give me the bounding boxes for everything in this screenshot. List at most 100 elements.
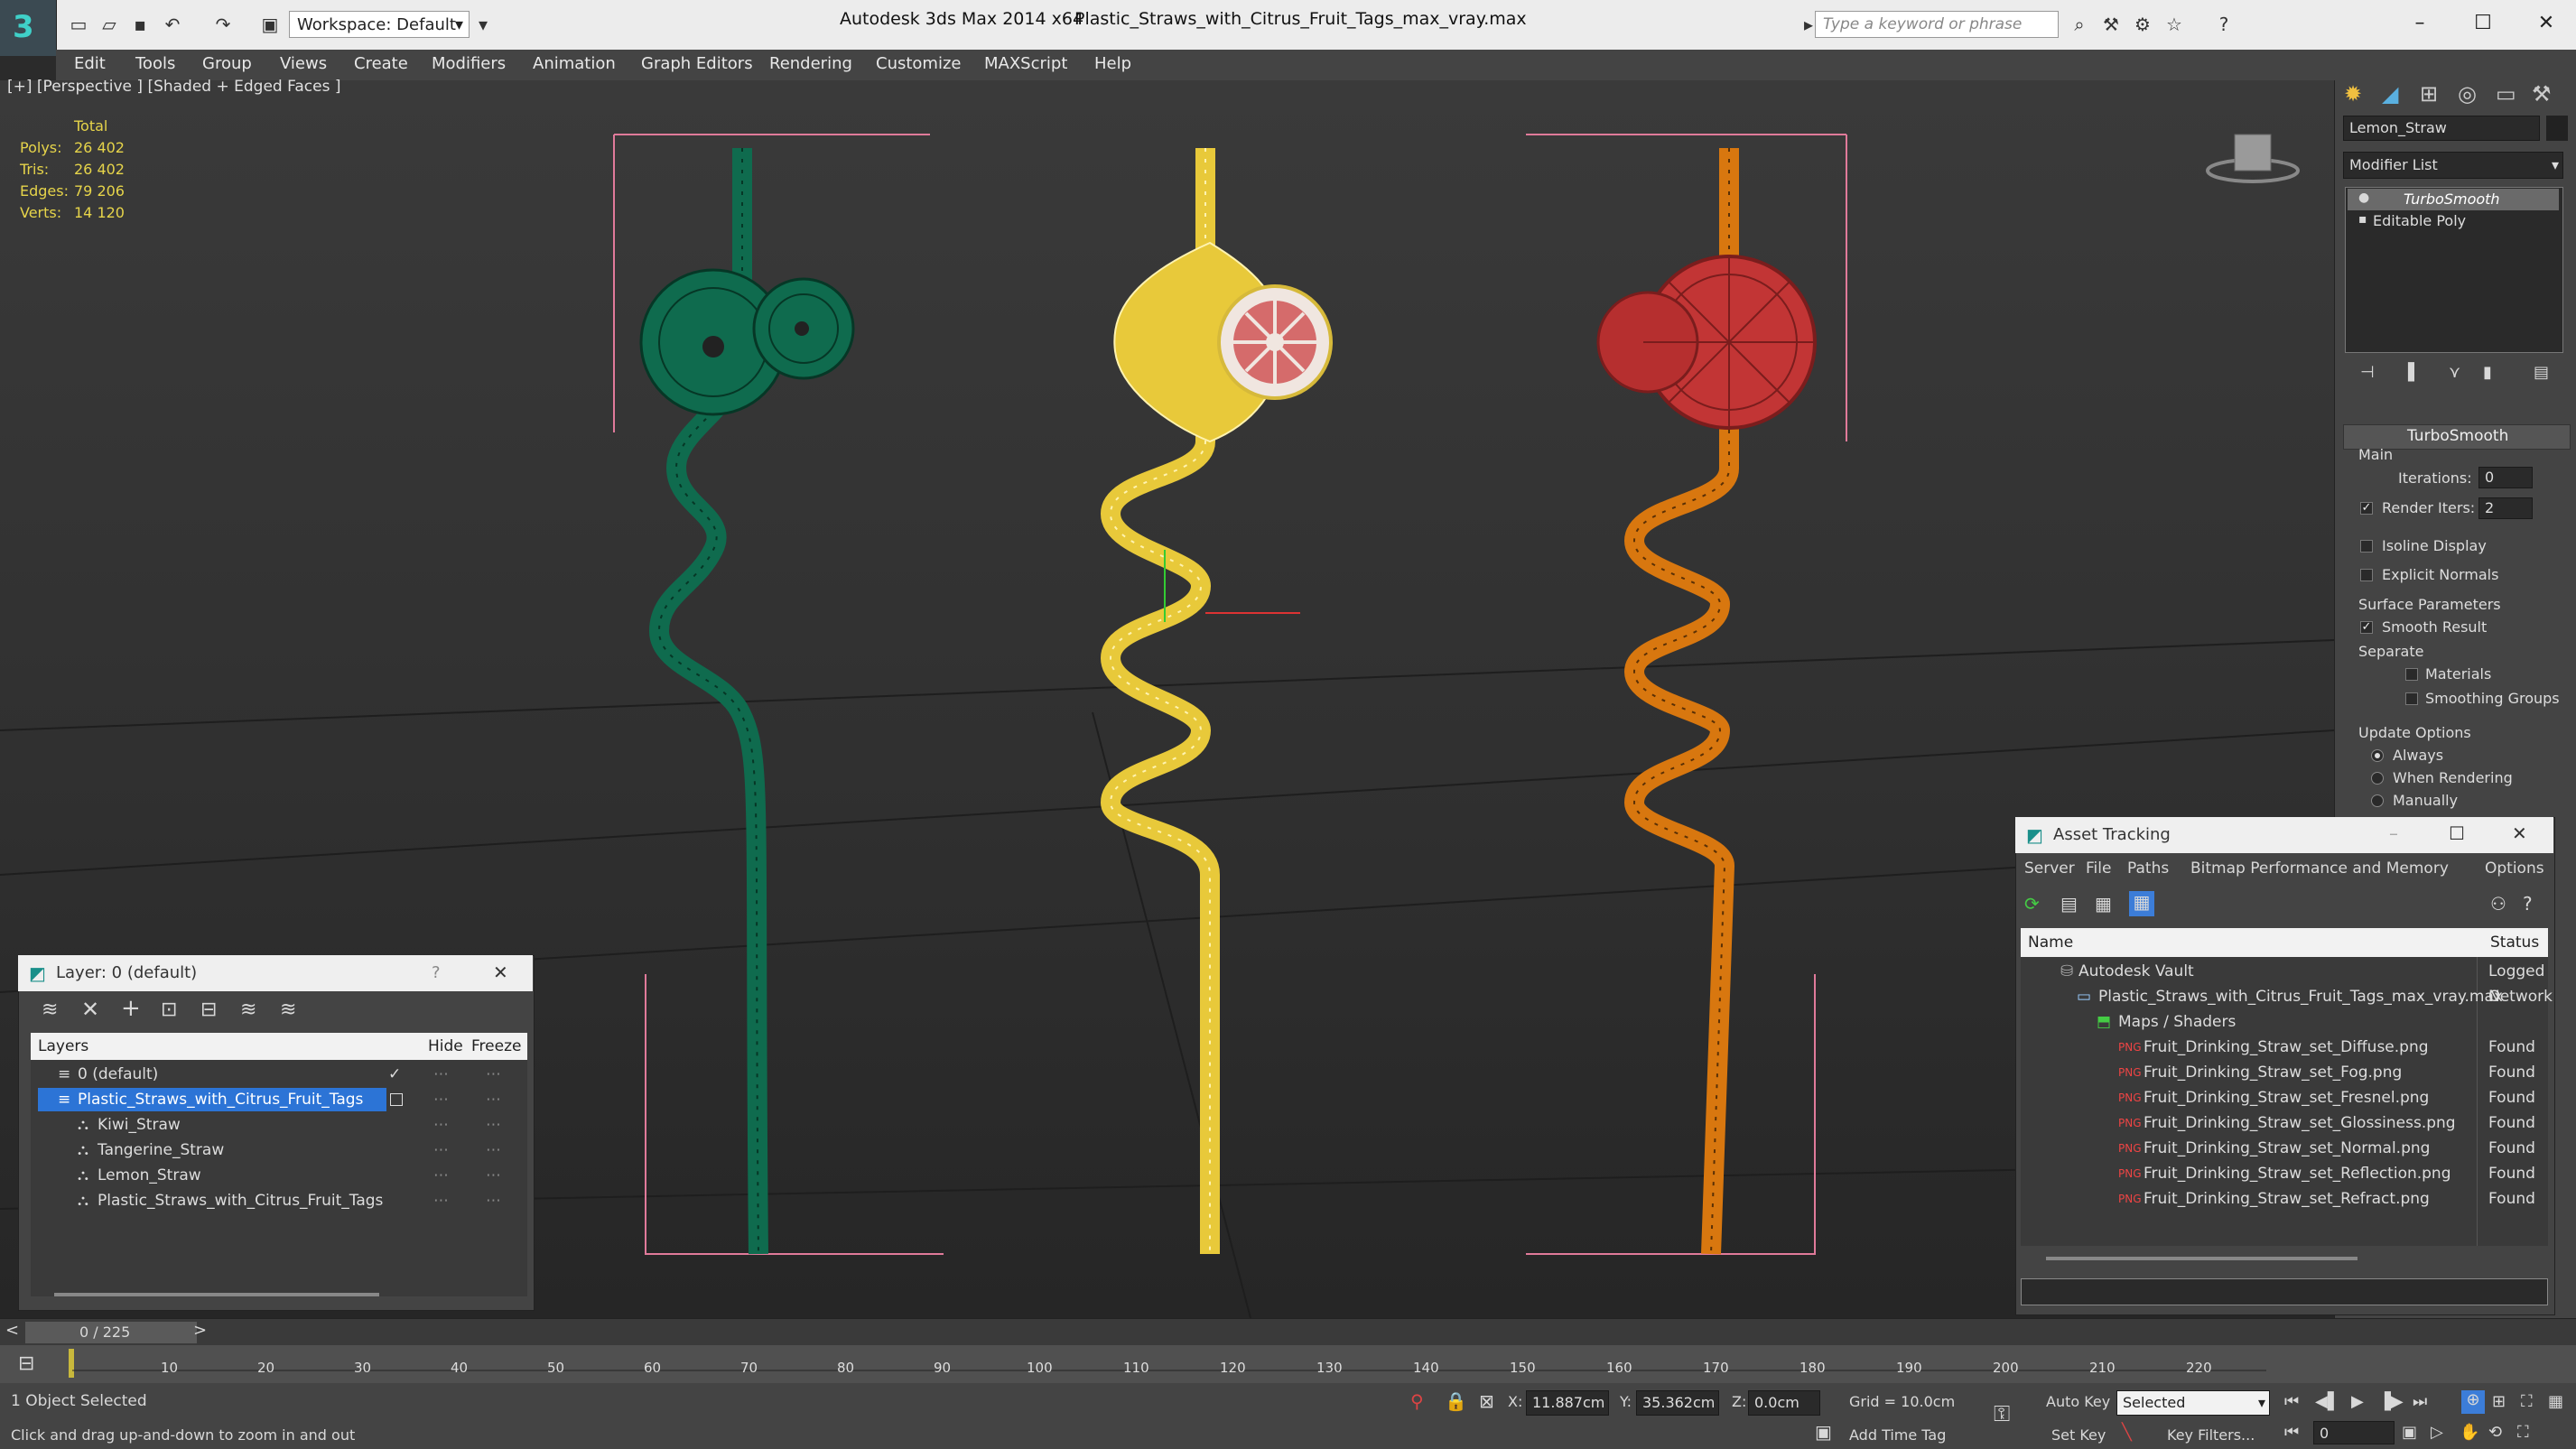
viewport-label[interactable]: [+] [Perspective ] [Shaded + Edged Faces… [7,78,340,96]
redo-icon[interactable]: ↷ [211,13,235,36]
layer-object-row[interactable]: ⛬ Tangerine_Straw ⋯ ⋯ [36,1138,524,1163]
time-slider-thumb[interactable]: 0 / 225 [25,1322,197,1343]
create-tab-icon[interactable]: ✹ [2344,81,2362,107]
asset-row[interactable]: PNG Fruit_Drinking_Straw_set_Reflection.… [2021,1161,2548,1186]
field-of-view-icon[interactable]: ▷ [2431,1423,2443,1442]
asset-row[interactable]: PNG Fruit_Drinking_Straw_set_Diffuse.png… [2021,1035,2548,1060]
asset-path-field[interactable] [2021,1278,2548,1305]
time-slider[interactable]: < 0 / 225 > [0,1318,2576,1346]
isoline-display-checkbox[interactable] [2360,540,2373,553]
hide-toggle-icon[interactable]: ⋯ [433,1188,449,1213]
communication-icon[interactable]: ⚙ [2131,13,2154,36]
materials-checkbox[interactable] [2405,668,2418,681]
asset-window-titlebar[interactable]: ◩ Asset Tracking – ☐ ✕ [2015,817,2553,853]
object-color-swatch[interactable] [2546,116,2568,141]
asset-menu-bitmap-performance[interactable]: Bitmap Performance and Memory [2190,859,2449,878]
asset-horizontal-scrollbar[interactable] [2046,1257,2357,1260]
selection-lock-icon[interactable]: 🔒 [1445,1390,1467,1412]
stack-item-turbosmooth[interactable]: ● TurboSmooth [2348,189,2559,210]
subscription-icon[interactable]: ⚒ [2099,13,2123,36]
freeze-toggle-icon[interactable]: ⋯ [486,1163,501,1188]
utilities-tab-icon[interactable]: ⚒ [2532,81,2552,107]
maximize-icon[interactable]: ☐ [2463,7,2503,40]
freeze-toggle-icon[interactable]: ⋯ [486,1188,501,1213]
app-menu-button[interactable]: 3 [0,0,57,56]
always-radio[interactable] [2371,749,2384,762]
layer-object-row[interactable]: ⛬ Plastic_Straws_with_Citrus_Fruit_Tags … [36,1188,524,1213]
current-frame-field[interactable]: 0 [2313,1421,2395,1444]
refresh-icon[interactable]: ⟳ [2024,893,2040,915]
next-frame-icon[interactable]: ▐▶ [2378,1392,2404,1411]
menu-tools[interactable]: Tools [135,54,175,73]
modify-tab-icon[interactable]: ◢ [2382,81,2398,107]
asset-menu-server[interactable]: Server [2024,859,2075,878]
binoculars-icon[interactable]: ⌕ [2068,13,2091,36]
menu-graph-editors[interactable]: Graph Editors [641,54,753,73]
hide-all-icon[interactable]: ≋ [240,999,256,1021]
expand-icon[interactable]: ▪ [2358,212,2367,227]
freeze-toggle-icon[interactable]: ⋯ [486,1112,501,1138]
pan-view-icon[interactable]: ✋ [2460,1423,2479,1442]
open-file-icon[interactable]: ▱ [98,13,121,36]
explicit-normals-checkbox[interactable] [2360,569,2373,581]
search-input[interactable]: Type a keyword or phrase [1815,11,2059,38]
orbit-icon[interactable]: ⟲ [2488,1423,2502,1442]
freeze-all-icon[interactable]: ≋ [280,999,296,1021]
z-coordinate-field[interactable]: 0.0cm [1748,1390,1820,1416]
project-folder-icon[interactable]: ▣ [258,13,282,36]
render-iters-checkbox[interactable]: ✓ [2360,502,2373,515]
key-icon[interactable]: ⚿ [1994,1401,2010,1426]
display-tab-icon[interactable]: ▭ [2496,81,2516,107]
isolate-pin-icon[interactable]: ⚲ [1410,1390,1424,1412]
configure-sets-icon[interactable]: ▤ [2534,363,2549,382]
new-layer-icon[interactable]: ≋ [42,999,58,1021]
zoom-extents-icon[interactable]: ⛶ [2521,1392,2533,1411]
asset-row[interactable]: PNG Fruit_Drinking_Straw_set_Refract.png… [2021,1186,2548,1212]
asset-row[interactable]: ⬒ Maps / Shaders [2021,1009,2548,1035]
delete-layer-icon[interactable]: ✕ [81,997,99,1022]
track-bar[interactable]: ⊟ 10 20 30 40 50 60 70 80 90 100 110 120… [0,1345,2576,1383]
list-view-icon[interactable]: ▤ [2060,893,2078,915]
layer-object-row[interactable]: ⛬ Kiwi_Straw ⋯ ⋯ [36,1112,524,1138]
curve-editor-icon[interactable]: ⊟ [18,1352,34,1375]
add-selected-icon[interactable]: + [121,995,141,1022]
set-key-mode-icon[interactable]: ╲ [2122,1423,2132,1442]
zoom-icon[interactable]: ⊕ [2461,1390,2485,1414]
add-time-tag-button[interactable]: Add Time Tag [1849,1426,1946,1444]
layer-row-selected[interactable]: ≡ Plastic_Straws_with_Citrus_Fruit_Tags … [36,1087,524,1112]
asset-row[interactable]: PNG Fruit_Drinking_Straw_set_Normal.png … [2021,1136,2548,1161]
hide-toggle-icon[interactable]: ⋯ [433,1062,449,1087]
help-icon[interactable]: ? [2212,13,2236,36]
hide-toggle-icon[interactable]: ⋯ [433,1112,449,1138]
manually-radio[interactable] [2371,794,2384,807]
menu-modifiers[interactable]: Modifiers [432,54,506,73]
motion-tab-icon[interactable]: ◎ [2458,81,2477,107]
menu-edit[interactable]: Edit [74,54,106,73]
menu-views[interactable]: Views [280,54,327,73]
minimize-icon[interactable]: – [2389,822,2398,844]
hierarchy-tab-icon[interactable]: ⊞ [2420,81,2438,107]
when-rendering-radio[interactable] [2371,772,2384,785]
zoom-all-icon[interactable]: ⊞ [2492,1392,2506,1411]
undo-icon[interactable]: ↶ [161,13,184,36]
help-icon[interactable]: ? [2523,893,2533,915]
close-icon[interactable]: ✕ [493,961,508,983]
previous-frame-icon[interactable]: ◀▌ [2315,1392,2340,1411]
lightbulb-icon[interactable]: ● [2358,190,2369,205]
modifier-list-dropdown[interactable]: Modifier List ▾ [2343,152,2563,179]
time-config-icon[interactable]: ▣ [2402,1423,2417,1442]
menu-group[interactable]: Group [202,54,252,73]
asset-menu-options[interactable]: Options [2485,859,2544,878]
layer-window-titlebar[interactable]: ◩ Layer: 0 (default) ? ✕ [18,955,533,991]
freeze-toggle-icon[interactable]: ⋯ [486,1138,501,1163]
make-unique-icon[interactable]: ⋎ [2449,363,2460,382]
save-icon[interactable]: ▪ [128,13,152,36]
go-to-start-icon[interactable]: ⏮ [2284,1392,2299,1411]
zoom-extents-all-icon[interactable]: ▦ [2548,1392,2563,1411]
layer-horizontal-scrollbar[interactable] [54,1293,379,1296]
key-selection-dropdown[interactable]: Selected ▾ [2116,1390,2270,1416]
set-key-button[interactable]: Set Key [2051,1426,2106,1444]
iterations-spinner[interactable]: 0 [2478,467,2533,488]
layer-help-button[interactable]: ? [432,963,441,982]
smooth-result-checkbox[interactable]: ✓ [2360,621,2373,634]
